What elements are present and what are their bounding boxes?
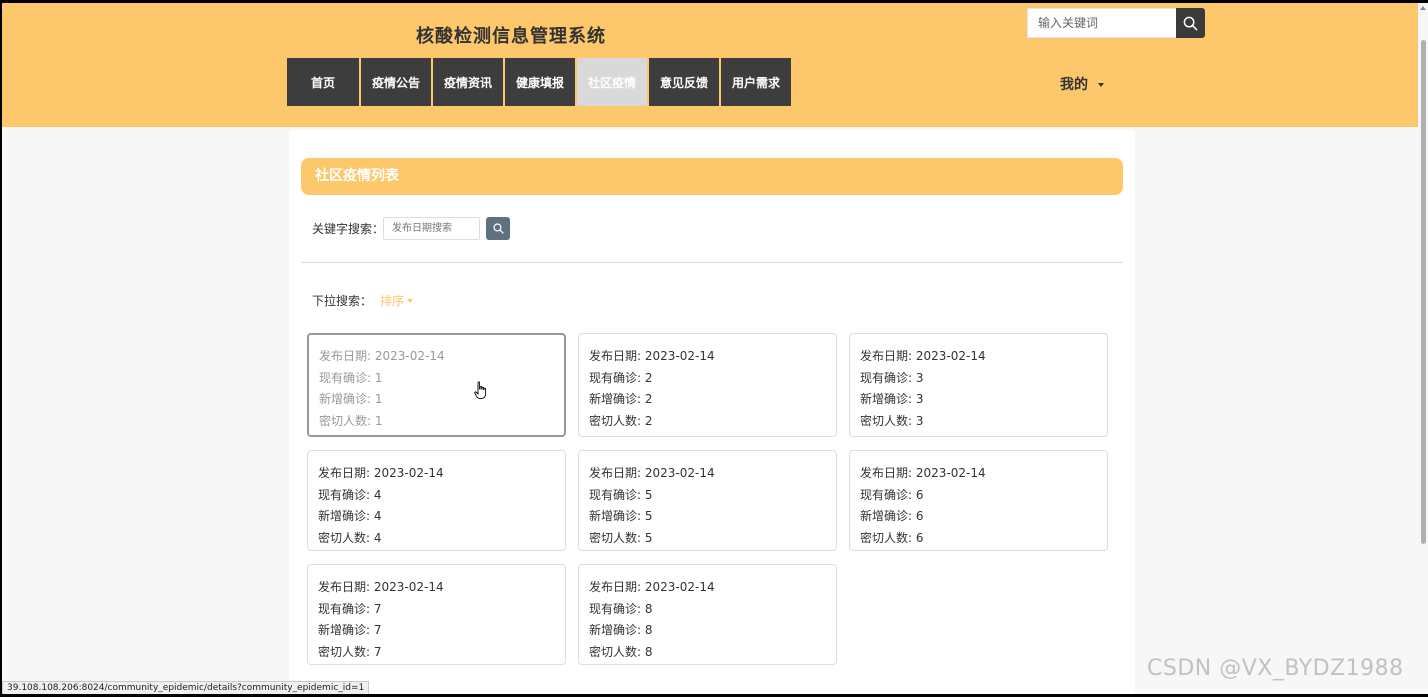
card-new-cases: 新增确诊: 4 [318,509,382,523]
divider [301,262,1123,263]
user-menu-label: 我的 [1060,77,1088,93]
card-close-contacts: 密切人数: 4 [318,530,382,545]
card-new-cases: 新增确诊: 8 [589,623,653,637]
card-close-contacts: 密切人数: 2 [589,413,653,428]
card-current-cases: 现有确诊: 5 [589,487,653,502]
card-date: 发布日期: 2023-02-14 [860,466,986,480]
card-new-cases: 新增确诊: 6 [860,509,924,523]
search-icon [1183,16,1198,30]
dropdown-search-label: 下拉搜索： [312,294,373,308]
epidemic-card[interactable]: 发布日期: 2023-02-14 现有确诊: 8 新增确诊: 8 密切人数: 8 [578,564,837,665]
site-title: 核酸检测信息管理系统 [416,26,606,47]
scroll-up-icon[interactable] [1420,6,1426,10]
scrollbar-thumb[interactable] [1421,40,1426,544]
status-bar-url: 39.108.108.206:8024/community_epidemic/d… [2,681,370,695]
card-current-cases: 现有确诊: 7 [318,601,382,616]
card-close-contacts: 密切人数: 3 [860,413,924,428]
card-close-contacts: 密切人数: 7 [318,644,382,659]
card-current-cases: 现有确诊: 4 [318,487,382,502]
nav-item-user-requests[interactable]: 用户需求 [720,58,791,106]
nav-item-home[interactable]: 首页 [287,58,359,106]
sort-dropdown[interactable]: 排序 [380,292,414,309]
card-current-cases: 现有确诊: 2 [589,370,653,385]
card-date: 发布日期: 2023-02-14 [589,349,715,363]
card-date: 发布日期: 2023-02-14 [860,349,986,363]
card-close-contacts: 密切人数: 1 [319,413,383,428]
epidemic-card[interactable]: 发布日期: 2023-02-14 现有确诊: 7 新增确诊: 7 密切人数: 7 [307,564,566,665]
card-close-contacts: 密切人数: 5 [589,530,653,545]
user-menu[interactable]: 我的 [1060,74,1104,94]
epidemic-card[interactable]: 发布日期: 2023-02-14 现有确诊: 3 新增确诊: 3 密切人数: 3 [849,333,1108,437]
card-current-cases: 现有确诊: 8 [589,601,653,616]
nav-item-news[interactable]: 疫情资讯 [432,58,503,106]
card-new-cases: 新增确诊: 1 [319,392,383,406]
card-current-cases: 现有确诊: 3 [860,370,924,385]
keyword-search-label: 关键字搜索： [312,222,385,236]
card-date: 发布日期: 2023-02-14 [318,466,444,480]
card-current-cases: 现有确诊: 1 [319,370,383,385]
section-title: 社区疫情列表 [301,158,1123,195]
epidemic-card[interactable]: 发布日期: 2023-02-14 现有确诊: 2 新增确诊: 2 密切人数: 2 [578,333,837,437]
card-date: 发布日期: 2023-02-14 [318,580,444,594]
global-search-button[interactable] [1176,8,1205,38]
watermark: CSDN @VX_BYDZ1988 [1147,656,1404,681]
card-new-cases: 新增确诊: 5 [589,509,653,523]
epidemic-card[interactable]: 发布日期: 2023-02-14 现有确诊: 5 新增确诊: 5 密切人数: 5 [578,450,837,551]
nav-item-health-report[interactable]: 健康填报 [504,58,575,106]
global-search-input[interactable] [1027,8,1177,38]
nav-item-announcements[interactable]: 疫情公告 [360,58,431,106]
card-close-contacts: 密切人数: 8 [589,644,653,659]
date-search-button[interactable] [486,217,510,240]
chevron-down-icon [407,298,414,303]
epidemic-card[interactable]: 发布日期: 2023-02-14 现有确诊: 1 新增确诊: 1 密切人数: 1 [307,333,566,437]
date-search-input[interactable] [383,217,480,240]
card-date: 发布日期: 2023-02-14 [319,349,445,363]
search-icon [492,223,504,234]
nav-item-community-epidemic[interactable]: 社区疫情 [576,58,647,106]
card-new-cases: 新增确诊: 7 [318,623,382,637]
card-new-cases: 新增确诊: 2 [589,392,653,406]
card-date: 发布日期: 2023-02-14 [589,580,715,594]
card-date: 发布日期: 2023-02-14 [589,466,715,480]
epidemic-card[interactable]: 发布日期: 2023-02-14 现有确诊: 6 新增确诊: 6 密切人数: 6 [849,450,1108,551]
epidemic-card[interactable]: 发布日期: 2023-02-14 现有确诊: 4 新增确诊: 4 密切人数: 4 [307,450,566,551]
main-nav: 首页 疫情公告 疫情资讯 健康填报 社区疫情 意见反馈 用户需求 [287,58,792,106]
chevron-down-icon [1098,83,1104,87]
card-current-cases: 现有确诊: 6 [860,487,924,502]
hand-cursor-icon [474,381,487,399]
card-new-cases: 新增确诊: 3 [860,392,924,406]
nav-item-feedback[interactable]: 意见反馈 [648,58,719,106]
sort-dropdown-label: 排序 [380,294,405,308]
card-close-contacts: 密切人数: 6 [860,530,924,545]
